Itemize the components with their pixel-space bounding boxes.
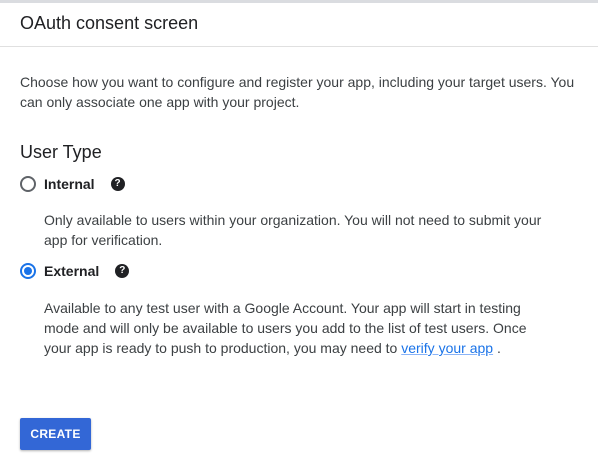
external-description: Available to any test user with a Google… <box>44 298 544 358</box>
external-label[interactable]: External <box>44 261 99 281</box>
external-description-end: . <box>493 340 501 356</box>
create-button[interactable]: CREATE <box>20 418 91 450</box>
radio-external[interactable] <box>20 263 36 279</box>
help-circle-icon[interactable]: ? <box>110 177 125 191</box>
internal-label[interactable]: Internal <box>44 174 95 194</box>
internal-description: Only available to users within your orga… <box>44 212 542 248</box>
user-type-heading: User Type <box>20 142 102 162</box>
verify-app-link[interactable]: verify your app <box>401 340 493 356</box>
intro-text: Choose how you want to configure and reg… <box>20 74 575 110</box>
radio-internal[interactable] <box>20 176 36 192</box>
radio-option-external[interactable]: External ? <box>20 260 130 282</box>
page-title: OAuth consent screen <box>20 13 199 33</box>
help-circle-icon[interactable]: ? <box>115 264 130 278</box>
page-header: OAuth consent screen <box>0 3 598 47</box>
radio-option-internal[interactable]: Internal ? <box>20 173 125 195</box>
